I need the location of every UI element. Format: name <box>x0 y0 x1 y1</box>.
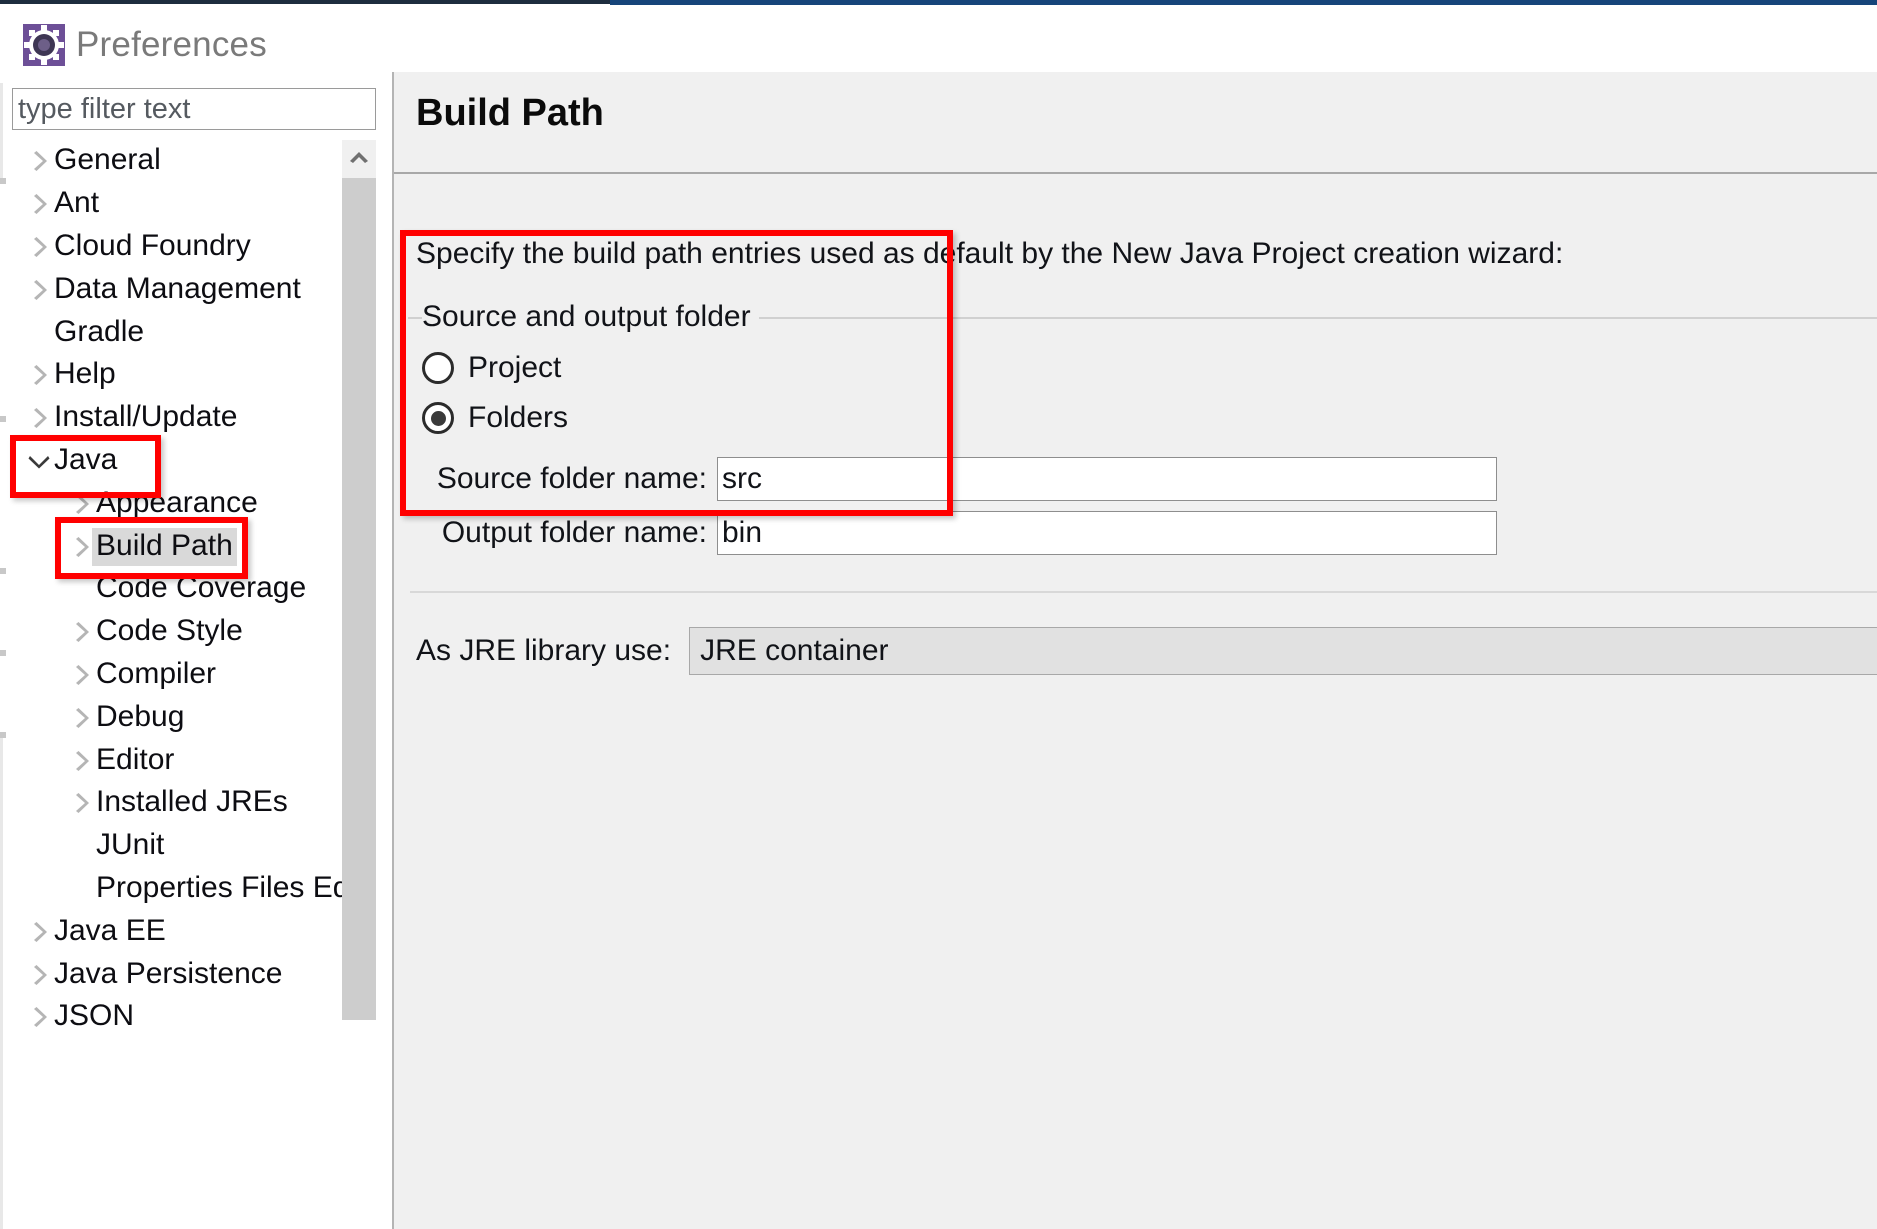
chevron-right-icon[interactable] <box>28 236 50 258</box>
jre-library-label: As JRE library use: <box>416 634 672 667</box>
chevron-right-icon[interactable] <box>28 150 50 172</box>
chevron-right-icon[interactable] <box>70 750 92 772</box>
radio-dot <box>430 410 446 426</box>
sidebar-item-cloud-foundry[interactable]: Cloud Foundry <box>12 226 342 269</box>
source-and-output-folder-group: Source and output folder Project Folders… <box>408 300 1877 593</box>
radio-dot <box>431 361 446 376</box>
sidebar-item-installed-jres[interactable]: Installed JREs <box>12 782 342 825</box>
outer-scroll-strip[interactable] <box>0 178 10 738</box>
jre-library-row: As JRE library use: JRE container <box>416 627 1877 675</box>
gear-icon <box>22 23 66 67</box>
output-folder-row: Output folder name: <box>422 511 1497 555</box>
group-bottom-separator <box>410 591 1877 593</box>
group-legend: Source and output folder <box>422 300 759 334</box>
output-folder-input[interactable] <box>717 511 1497 555</box>
chevron-right-icon[interactable] <box>28 921 50 943</box>
sidebar-item-label: Installed JREs <box>96 785 288 819</box>
sidebar-item-label: Build Path <box>92 527 237 566</box>
chevron-right-icon[interactable] <box>28 964 50 986</box>
sidebar-item-compiler[interactable]: Compiler <box>12 654 342 697</box>
radio-button-icon <box>422 402 454 434</box>
outer-scroll-tick <box>0 568 6 574</box>
page-description: Specify the build path entries used as d… <box>416 237 1564 270</box>
sidebar-item-editor[interactable]: Editor <box>12 739 342 782</box>
chevron-right-icon[interactable] <box>28 407 50 429</box>
tree-scrollbar[interactable] <box>342 140 376 1020</box>
sidebar-item-gradle[interactable]: Gradle <box>12 311 342 354</box>
window-top-strip-left <box>0 0 610 4</box>
sidebar-item-label: Editor <box>96 742 175 776</box>
filter-input[interactable] <box>12 88 376 130</box>
sidebar-item-label: Properties Files Ed <box>96 870 342 904</box>
sidebar-item-properties-files-ed[interactable]: Properties Files Ed <box>12 868 342 911</box>
sidebar-item-label: Java Persistence <box>54 956 283 990</box>
sidebar-item-label: Ant <box>54 186 100 220</box>
scroll-up-button[interactable] <box>342 140 376 178</box>
sidebar-item-java[interactable]: Java <box>12 440 342 483</box>
sidebar-item-label: General <box>54 143 161 177</box>
chevron-down-icon[interactable] <box>28 450 50 472</box>
sidebar-item-code-coverage[interactable]: Code Coverage <box>12 568 342 611</box>
sidebar-item-data-management[interactable]: Data Management <box>12 268 342 311</box>
radio-folders-label: Folders <box>468 401 569 434</box>
outer-scroll-tick <box>0 178 6 184</box>
sidebar-item-label: Compiler <box>96 656 217 690</box>
title-separator <box>394 172 1877 174</box>
radio-button-icon <box>422 352 454 384</box>
chevron-right-icon[interactable] <box>70 792 92 814</box>
sidebar-item-label: Java <box>54 442 118 476</box>
sidebar-item-appearance[interactable]: Appearance <box>12 482 342 525</box>
sidebar-item-java-persistence[interactable]: Java Persistence <box>12 953 342 996</box>
sidebar-item-label: Cloud Foundry <box>54 228 251 262</box>
radio-project[interactable]: Project <box>422 351 561 385</box>
sidebar-item-help[interactable]: Help <box>12 354 342 397</box>
sidebar-item-debug[interactable]: Debug <box>12 696 342 739</box>
sidebar-item-junit[interactable]: JUnit <box>12 825 342 868</box>
sidebar-item-label: Help <box>54 357 116 391</box>
sidebar-item-label: Install/Update <box>54 400 238 434</box>
preferences-tree[interactable]: General Ant Cloud Foundry Data Management Gr… <box>12 140 342 1229</box>
chevron-right-icon[interactable] <box>28 279 50 301</box>
sidebar-item-code-style[interactable]: Code Style <box>12 611 342 654</box>
chevron-right-icon[interactable] <box>70 493 92 515</box>
scroll-thumb[interactable] <box>342 178 376 1020</box>
content-pane: Build Path Specify the build path entrie… <box>392 72 1877 1229</box>
sidebar-item-label: Code Coverage <box>96 571 307 605</box>
sidebar-item-label: JUnit <box>96 828 165 862</box>
sidebar-item-build-path[interactable]: Build Path <box>12 525 342 568</box>
sidebar-item-json[interactable]: JSON <box>12 996 342 1039</box>
chevron-up-icon <box>347 148 371 171</box>
sidebar-item-label: JSON <box>54 999 135 1033</box>
source-folder-label: Source folder name: <box>436 462 707 495</box>
sidebar-item-label: Data Management <box>54 271 301 305</box>
page-title: Build Path <box>416 92 604 134</box>
output-folder-label: Output folder name: <box>441 516 707 549</box>
jre-library-combo[interactable]: JRE container <box>689 627 1877 675</box>
sidebar-item-general[interactable]: General <box>12 140 342 183</box>
radio-folders[interactable]: Folders <box>422 401 568 435</box>
sidebar-item-label: Java EE <box>54 913 166 947</box>
source-folder-input[interactable] <box>717 457 1497 501</box>
sidebar-item-ant[interactable]: Ant <box>12 183 342 226</box>
outer-scroll-tick <box>0 732 6 738</box>
chevron-right-icon[interactable] <box>28 193 50 215</box>
chevron-right-icon[interactable] <box>28 364 50 386</box>
outer-scroll-tick <box>0 416 6 422</box>
sidebar-item-label: Debug <box>96 699 185 733</box>
window-title: Preferences <box>76 25 267 64</box>
radio-project-label: Project <box>468 351 562 384</box>
sidebar-item-label: Code Style <box>96 614 243 648</box>
outer-scroll-tick <box>0 650 6 656</box>
sidebar-item-label: Appearance <box>96 485 258 519</box>
chevron-right-icon[interactable] <box>70 707 92 729</box>
source-folder-row: Source folder name: <box>422 457 1497 501</box>
chevron-right-icon[interactable] <box>70 536 92 558</box>
chevron-right-icon[interactable] <box>70 621 92 643</box>
sidebar-item-install-update[interactable]: Install/Update <box>12 397 342 440</box>
chevron-right-icon[interactable] <box>28 1006 50 1028</box>
sidebar-item-label: Gradle <box>54 314 145 348</box>
sidebar-item-java-ee[interactable]: Java EE <box>12 910 342 953</box>
chevron-right-icon[interactable] <box>70 664 92 686</box>
preferences-dialog: Preferences General Ant Cloud Foundry Data … <box>0 0 1877 1229</box>
